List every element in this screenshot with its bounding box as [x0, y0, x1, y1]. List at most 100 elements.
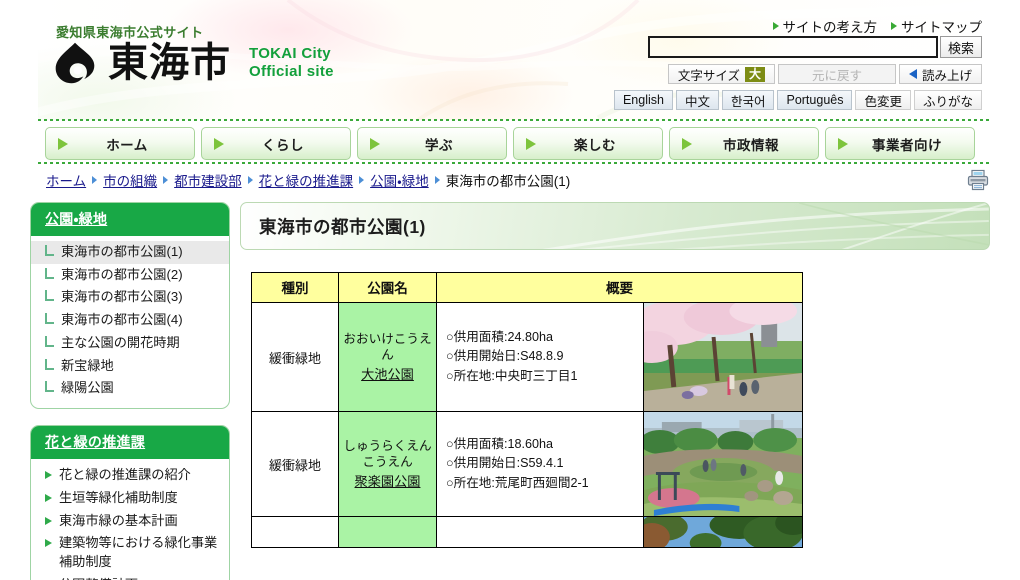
table-header-overview: 概要: [436, 272, 803, 303]
sidebar-item-urban-park-2[interactable]: 東海市の都市公園(2): [31, 264, 229, 287]
language-button-chinese[interactable]: 中文: [675, 90, 719, 110]
chevron-right-icon: [92, 176, 98, 184]
text-size-button[interactable]: 文字サイズ 大: [667, 64, 775, 84]
sidebar-item-hedge-subsidy-label: 生垣等緑化補助制度: [59, 489, 178, 505]
sidebar-item-ryokuyo-park[interactable]: 緑陽公園: [31, 377, 229, 400]
tokai-city-logo-icon: [55, 42, 95, 84]
nav-item-home[interactable]: ホーム: [45, 127, 195, 160]
speaker-icon: [908, 69, 917, 79]
logo-english-line2: Official site: [249, 63, 334, 80]
sidebar-item-urban-park-3[interactable]: 東海市の都市公園(3): [31, 286, 229, 309]
sidebar-item-shinpo-greenery-label: 新宝緑地: [61, 357, 114, 373]
sidebar-item-park-development-plan[interactable]: 公園整備計画: [31, 574, 229, 580]
nav-item-living-label: くらし: [262, 137, 304, 153]
sidebar-list-flower-green-division: 花と緑の推進課の紹介 生垣等緑化補助制度 東海市緑の基本計画 建築物等における緑…: [31, 459, 229, 580]
sidebar-item-urban-park-2-label: 東海市の都市公園(2): [61, 266, 183, 282]
site-logo[interactable]: 東海市 TOKAI City Official site: [52, 40, 334, 86]
corner-bullet-icon: [45, 335, 54, 347]
corner-bullet-icon: [45, 290, 54, 302]
corner-bullet-icon: [45, 313, 54, 325]
breadcrumb-item-flower-green-division[interactable]: 花と緑の推進課: [259, 170, 354, 190]
sidebar-item-division-intro[interactable]: 花と緑の推進課の紹介: [31, 464, 229, 487]
sidebar-item-hedge-subsidy[interactable]: 生垣等緑化補助制度: [31, 487, 229, 510]
sidebar-item-green-basic-plan[interactable]: 東海市緑の基本計画: [31, 510, 229, 533]
sidebar-item-bloom-season[interactable]: 主な公園の開花時期: [31, 332, 229, 355]
sidebar-item-urban-park-1-label: 東海市の都市公園(1): [61, 244, 183, 259]
sidebar-list-parks-greenery: 東海市の都市公園(1) 東海市の都市公園(2) 東海市の都市公園(3) 東海市の…: [31, 236, 229, 408]
page-title: 東海市の都市公園(1): [259, 216, 426, 237]
triangle-right-icon: [891, 22, 897, 30]
nav-item-enjoy-label: 楽しむ: [574, 137, 616, 153]
corner-bullet-icon: [45, 381, 54, 393]
park-detail-open-date: ○供用開始日:S59.4.1: [446, 456, 564, 471]
reset-size-button[interactable]: 元に戻す: [777, 64, 896, 84]
color-change-button[interactable]: 色変更: [855, 90, 911, 110]
park-details: [437, 524, 452, 540]
printer-icon[interactable]: [966, 169, 990, 191]
park-detail-area: ○供用面積:18.60ha: [446, 437, 554, 452]
park-name-cell: しゅうらくえんこうえん 聚楽園公園: [338, 411, 437, 517]
language-button-english[interactable]: English: [613, 90, 673, 110]
forest-sky-photo: [643, 517, 802, 547]
arrow-bullet-icon: [45, 539, 52, 548]
triangle-right-icon: [370, 137, 380, 150]
sidebar: 公園・緑地 東海市の都市公園(1) 東海市の都市公園(2) 東海市の都市公園(3…: [30, 202, 230, 580]
nav-item-enjoy[interactable]: 楽しむ: [513, 127, 663, 160]
reset-size-label: 元に戻す: [811, 68, 862, 83]
utility-link-site-policy[interactable]: サイトの考え方: [772, 16, 877, 36]
read-aloud-label: 読み上げ: [921, 68, 972, 83]
sidebar-item-green-basic-plan-label: 東海市緑の基本計画: [59, 512, 178, 528]
table-header-type: 種別: [251, 272, 339, 303]
park-name-link[interactable]: 大池公園: [342, 366, 433, 383]
nav-item-home-label: ホーム: [106, 137, 148, 153]
read-aloud-button[interactable]: 読み上げ: [898, 64, 982, 84]
sidebar-item-urban-park-1[interactable]: 東海市の都市公園(1): [31, 241, 229, 264]
furigana-button[interactable]: ふりがな: [913, 90, 982, 110]
park-detail-address: ○所在地:荒尾町西廻間2-1: [446, 475, 589, 490]
main-content: 東海市の都市公園(1) 種別 公園名 概要 緩衝緑地 おおいけこうえん 大池公園: [240, 202, 990, 548]
utility-link-sitemap[interactable]: サイトマップ: [891, 16, 982, 36]
park-type-cell: 緩衝緑地: [251, 411, 339, 517]
sidebar-box-flower-green-division-header[interactable]: 花と緑の推進課: [31, 426, 229, 460]
park-name-link[interactable]: 聚楽園公園: [342, 473, 433, 490]
language-button-korean[interactable]: 한국어: [721, 90, 775, 110]
nav-item-business-label: 事業者向け: [872, 137, 942, 153]
sidebar-item-building-greening-subsidy-label: 建築物等における緑化事業補助制度: [59, 535, 218, 570]
sidebar-item-urban-park-4-label: 東海市の都市公園(4): [61, 312, 183, 328]
nav-item-learn[interactable]: 学ぶ: [357, 127, 507, 160]
corner-bullet-icon: [45, 358, 54, 370]
breadcrumb-item-current: 東海市の都市公園(1): [445, 174, 571, 189]
sidebar-box-parks-greenery-header[interactable]: 公園・緑地: [31, 203, 229, 236]
page-title-banner: 東海市の都市公園(1): [240, 202, 990, 250]
breadcrumb-item-parks-greenery[interactable]: 公園・緑地: [370, 170, 429, 190]
page-root: 愛知県東海市公式サイト 東海市 TOKAI City Official site…: [0, 0, 1020, 580]
nav-item-living[interactable]: くらし: [201, 127, 351, 160]
language-button-portuguese[interactable]: Português: [777, 90, 853, 110]
nav-item-business[interactable]: 事業者向け: [825, 127, 975, 160]
park-name-kana: おおいけこうえん: [343, 332, 432, 363]
park-overview-cell: [436, 516, 803, 548]
triangle-right-icon: [838, 137, 848, 150]
logo-english-line1: TOKAI City: [249, 45, 331, 63]
search-button[interactable]: 検索: [939, 36, 982, 58]
park-type-cell: [251, 516, 339, 548]
search-input[interactable]: [647, 36, 938, 58]
sidebar-item-bloom-season-label: 主な公園の開花時期: [61, 334, 180, 350]
breadcrumb-item-organization[interactable]: 市の組織: [103, 170, 157, 190]
nav-item-city-info[interactable]: 市政情報: [669, 127, 819, 160]
sidebar-item-building-greening-subsidy[interactable]: 建築物等における緑化事業補助制度: [31, 532, 229, 573]
park-detail-area: ○供用面積:24.80ha: [446, 330, 554, 345]
global-navigation: ホーム くらし 学ぶ 楽しむ 市政情報 事業者向け: [45, 127, 975, 160]
park-details: ○供用面積:24.80ha ○供用開始日:S48.8.9 ○所在地:中央町三丁目…: [437, 320, 583, 393]
header-divider: [38, 119, 990, 121]
arrow-bullet-icon: [45, 516, 52, 525]
nav-item-learn-label: 学ぶ: [425, 137, 453, 153]
sidebar-item-shinpo-greenery[interactable]: 新宝緑地: [31, 355, 229, 378]
breadcrumb-item-urban-construction[interactable]: 都市建設部: [174, 170, 242, 190]
park-name-cell: [338, 516, 437, 548]
chevron-right-icon: [163, 176, 169, 184]
chevron-right-icon: [247, 176, 253, 184]
sidebar-item-urban-park-4[interactable]: 東海市の都市公園(4): [31, 309, 229, 332]
breadcrumb-item-home[interactable]: ホーム: [46, 170, 86, 190]
sidebar-box-flower-green-division-title: 花と緑の推進課: [45, 434, 146, 451]
